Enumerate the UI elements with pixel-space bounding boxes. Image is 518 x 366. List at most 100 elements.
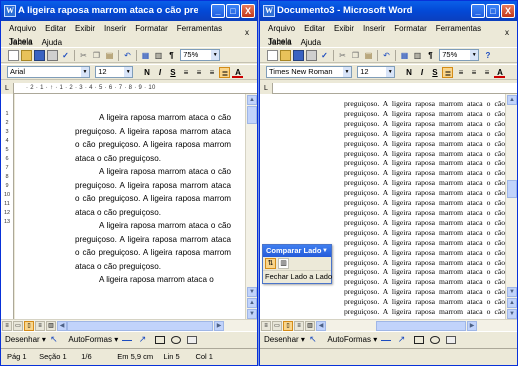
bold-icon[interactable]: N (141, 67, 152, 78)
justify-icon[interactable]: ≣ (442, 67, 454, 78)
left-document-area[interactable]: A ligeira raposa marrom ataca o cão preg… (15, 94, 245, 319)
right-title-bar[interactable]: W Documento3 - Microsoft Word _ □ X (260, 1, 517, 21)
left-horizontal-scrollbar[interactable]: ≡ ▭ ▯ ≡ ▥ ◀ ▶ (1, 319, 257, 331)
open-icon[interactable] (21, 50, 32, 61)
tab-selector-icon[interactable]: L (1, 83, 14, 94)
menu-editar[interactable]: Editar (299, 21, 329, 34)
close-document-button[interactable]: x (500, 25, 513, 38)
left-document-text[interactable]: A ligeira raposa marrom ataca o cão preg… (75, 111, 231, 287)
menu-formatar[interactable]: Formatar (389, 21, 430, 34)
copy-icon[interactable]: ❐ (91, 50, 102, 61)
menu-formatar[interactable]: Formatar (130, 21, 171, 34)
compare-toolbar-title[interactable]: Comparar Lado ▼ (263, 245, 331, 257)
font-color-icon[interactable]: A (232, 67, 244, 78)
paragraph[interactable]: A ligeira raposa marrom ataca o (75, 273, 231, 287)
table-icon[interactable]: ▦ (140, 50, 151, 61)
maximize-button[interactable]: □ (486, 4, 500, 18)
menu-ferramentas[interactable]: Ferramentas (431, 21, 485, 34)
reading-view-icon[interactable]: ▥ (305, 321, 315, 331)
cut-icon[interactable]: ✂ (337, 50, 348, 61)
arrow-icon[interactable]: ↗ (398, 332, 408, 344)
oval-icon[interactable] (430, 336, 441, 344)
font-size-combo[interactable]: 12 ▼ (95, 66, 134, 78)
scroll-thumb[interactable] (507, 180, 517, 198)
copy-icon[interactable]: ❐ (350, 50, 361, 61)
spelling-icon[interactable]: ✓ (319, 50, 330, 61)
right-document-area[interactable]: preguiçoso. A ligeira raposa marrom atac… (260, 94, 505, 319)
paragraph[interactable]: A ligeira raposa marrom ataca o cão preg… (75, 165, 231, 219)
center-icon[interactable]: ≡ (193, 67, 204, 78)
right-document-text[interactable]: preguiçoso. A ligeira raposa marrom atac… (344, 99, 505, 319)
arrow-icon[interactable]: ↗ (139, 332, 149, 344)
new-icon[interactable] (8, 50, 19, 61)
underline-icon[interactable]: S (429, 67, 440, 78)
autoshapes-menu[interactable]: AutoFormas ▾ (68, 332, 118, 347)
show-marks-icon[interactable]: ¶ (425, 50, 436, 61)
right-horizontal-scrollbar[interactable]: ≡ ▭ ▯ ≡ ▥ ◀ ▶ (260, 319, 517, 331)
toolbar-options-icon[interactable]: ▼ (322, 245, 328, 257)
spelling-icon[interactable]: ✓ (60, 50, 71, 61)
select-arrow-icon[interactable]: ↖ (309, 332, 319, 344)
new-icon[interactable] (267, 50, 278, 61)
right-horizontal-ruler[interactable]: L (260, 83, 517, 94)
scroll-left-icon[interactable]: ◀ (316, 321, 326, 331)
autoshapes-menu[interactable]: AutoFormas ▾ (327, 332, 377, 347)
line-icon[interactable] (122, 340, 133, 341)
print-icon[interactable] (306, 50, 317, 61)
close-side-by-side-button[interactable]: Fechar Lado a Lado (263, 271, 332, 283)
web-view-icon[interactable]: ▭ (13, 321, 23, 331)
align-right-icon[interactable]: ≡ (481, 67, 492, 78)
line-icon[interactable] (381, 340, 392, 341)
zoom-combo[interactable]: 75% ▼ (180, 49, 221, 61)
left-title-bar[interactable]: W A ligeira raposa marrom ataca o cão pr… (1, 1, 257, 21)
oval-icon[interactable] (171, 336, 182, 344)
maximize-button[interactable]: □ (226, 4, 240, 18)
minimize-button[interactable]: _ (471, 4, 485, 18)
center-icon[interactable]: ≡ (468, 67, 479, 78)
scroll-right-icon[interactable]: ▶ (467, 321, 477, 331)
menu-ferramentas[interactable]: Ferramentas (172, 21, 226, 34)
paste-icon[interactable]: ▤ (104, 50, 115, 61)
prev-page-icon[interactable]: ▲ (507, 298, 517, 308)
cut-icon[interactable]: ✂ (78, 50, 89, 61)
tab-selector-icon[interactable]: L (260, 83, 273, 94)
underline-icon[interactable]: S (167, 67, 178, 78)
h-scroll-thumb[interactable] (67, 321, 213, 331)
save-icon[interactable] (34, 50, 45, 61)
undo-icon[interactable]: ↶ (381, 50, 392, 61)
print-view-icon[interactable]: ▯ (24, 321, 34, 331)
italic-icon[interactable]: I (416, 67, 427, 78)
menu-exibir[interactable]: Exibir (329, 21, 358, 34)
left-vertical-scrollbar[interactable]: ▲ ▼ ▲ ▼ (245, 94, 257, 319)
font-combo[interactable]: Times New Roman ▼ (266, 66, 352, 78)
save-icon[interactable] (293, 50, 304, 61)
close-button[interactable]: X (501, 4, 515, 18)
paragraph[interactable]: A ligeira raposa marrom ataca o cão preg… (75, 219, 231, 273)
sync-scroll-icon[interactable]: ⇅ (265, 258, 276, 269)
table-icon[interactable]: ▦ (399, 50, 410, 61)
normal-view-icon[interactable]: ≡ (261, 321, 271, 331)
draw-menu[interactable]: Desenhar ▾ (264, 332, 305, 347)
word-icon[interactable]: W (263, 5, 275, 17)
close-button[interactable]: X (241, 4, 255, 18)
next-page-icon[interactable]: ▼ (507, 309, 517, 319)
scroll-thumb[interactable] (247, 106, 257, 124)
undo-icon[interactable]: ↶ (122, 50, 133, 61)
scroll-up-icon[interactable]: ▲ (247, 95, 257, 105)
rect-icon[interactable] (413, 336, 424, 344)
print-icon[interactable] (47, 50, 58, 61)
normal-view-icon[interactable]: ≡ (2, 321, 12, 331)
scroll-down-icon[interactable]: ▼ (507, 287, 517, 297)
menu-arquivo[interactable]: Arquivo (263, 21, 299, 34)
reset-window-icon[interactable]: ▥ (278, 258, 289, 269)
scroll-down-icon[interactable]: ▼ (247, 287, 257, 297)
word-icon[interactable]: W (4, 5, 16, 17)
menu-inserir[interactable]: Inserir (99, 21, 130, 34)
menu-exibir[interactable]: Exibir (70, 21, 99, 34)
zoom-combo[interactable]: 75% ▼ (439, 49, 480, 61)
prev-page-icon[interactable]: ▲ (247, 298, 257, 308)
menu-arquivo[interactable]: Arquivo (4, 21, 40, 34)
reading-view-icon[interactable]: ▥ (46, 321, 56, 331)
paste-icon[interactable]: ▤ (363, 50, 374, 61)
justify-icon[interactable]: ≣ (219, 67, 231, 78)
